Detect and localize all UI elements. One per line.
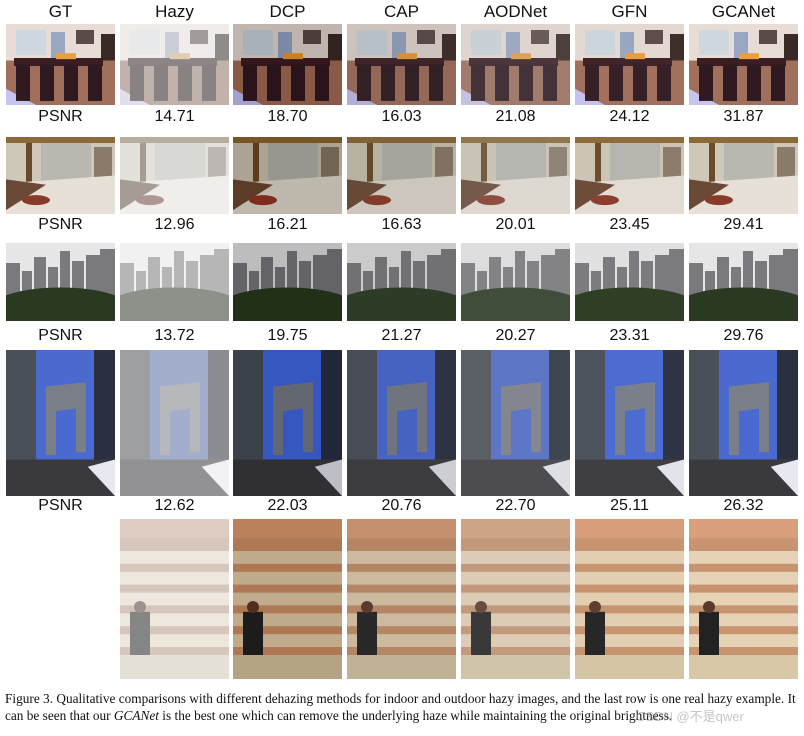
column-header-gt: GT — [48, 2, 73, 21]
result-image-aodnet — [461, 24, 570, 105]
result-image-gcanet — [689, 24, 798, 105]
result-image-gfn — [575, 519, 684, 679]
result-image-dcp — [233, 519, 342, 679]
psnr-value-hazy: 12.62 — [154, 497, 195, 514]
psnr-value-hazy: 14.71 — [154, 108, 195, 125]
column-header-hazy: Hazy — [155, 2, 194, 21]
psnr-value-gfn: 24.12 — [609, 108, 650, 125]
result-image-cap — [347, 243, 456, 321]
psnr-value-cap: 20.76 — [381, 497, 422, 514]
caption-method-name: GCANet — [113, 708, 159, 723]
result-image-dcp — [233, 24, 342, 105]
result-image-dcp — [233, 350, 342, 496]
psnr-value-gfn: 23.45 — [609, 216, 650, 233]
result-image-hazy — [120, 24, 229, 105]
psnr-value-cap: 21.27 — [381, 327, 422, 344]
caption-text-2: is the best one which can remove the und… — [158, 708, 673, 723]
psnr-value-gcanet: 29.41 — [723, 216, 764, 233]
result-image-aodnet — [461, 243, 570, 321]
result-image-gfn — [575, 24, 684, 105]
psnr-value-cap: 16.03 — [381, 108, 422, 125]
psnr-value-aodnet: 20.27 — [495, 327, 536, 344]
psnr-value-cap: 16.63 — [381, 216, 422, 233]
result-image-aodnet — [461, 519, 570, 679]
column-header-aodnet: AODNet — [483, 2, 548, 21]
psnr-value-dcp: 22.03 — [267, 497, 308, 514]
result-image-gcanet — [689, 243, 798, 321]
psnr-value-gcanet: 29.76 — [723, 327, 764, 344]
psnr-value-gfn: 25.11 — [610, 497, 649, 514]
column-header-cap: CAP — [384, 2, 419, 21]
result-image-gcanet — [689, 519, 798, 679]
psnr-value-dcp: 18.70 — [267, 108, 308, 125]
watermark: CSDN @不是qwer — [636, 709, 744, 724]
psnr-value-hazy: 13.72 — [154, 327, 195, 344]
result-image-hazy — [120, 350, 229, 496]
psnr-value-dcp: 19.75 — [267, 327, 308, 344]
result-image-cap — [347, 24, 456, 105]
result-image-hazy — [120, 137, 229, 214]
column-header-gcanet: GCANet — [711, 2, 776, 21]
psnr-label: PSNR — [38, 497, 83, 514]
psnr-value-aodnet: 20.01 — [495, 216, 536, 233]
result-image-gfn — [575, 243, 684, 321]
psnr-value-gcanet: 26.32 — [723, 497, 764, 514]
result-image-gfn — [575, 137, 684, 214]
result-image-dcp — [233, 243, 342, 321]
result-image-aodnet — [461, 350, 570, 496]
result-image-gt — [6, 350, 115, 496]
result-image-cap — [347, 137, 456, 214]
psnr-value-aodnet: 21.08 — [495, 108, 536, 125]
result-image-gt — [6, 243, 115, 321]
result-image-gcanet — [689, 350, 798, 496]
result-image-hazy — [120, 243, 229, 321]
result-image-gt — [6, 137, 115, 214]
psnr-value-dcp: 16.21 — [267, 216, 308, 233]
result-image-gt — [6, 24, 115, 105]
psnr-label: PSNR — [38, 108, 83, 125]
result-image-gfn — [575, 350, 684, 496]
psnr-label: PSNR — [38, 327, 83, 344]
result-image-hazy — [120, 519, 229, 679]
column-header-gfn: GFN — [611, 2, 648, 21]
result-image-dcp — [233, 137, 342, 214]
psnr-value-gfn: 23.31 — [609, 327, 650, 344]
psnr-label: PSNR — [38, 216, 83, 233]
result-image-gcanet — [689, 137, 798, 214]
result-image-cap — [347, 350, 456, 496]
psnr-value-aodnet: 22.70 — [495, 497, 536, 514]
result-image-aodnet — [461, 137, 570, 214]
result-image-cap — [347, 519, 456, 679]
psnr-value-hazy: 12.96 — [154, 216, 195, 233]
column-header-dcp: DCP — [269, 2, 306, 21]
psnr-value-gcanet: 31.87 — [723, 108, 764, 125]
